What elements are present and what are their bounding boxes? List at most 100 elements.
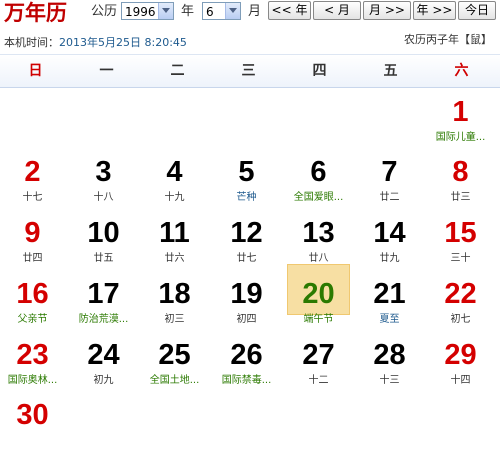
calendar-day[interactable]: 9 廿四 bbox=[0, 215, 68, 279]
next-month-button[interactable]: 月 >> bbox=[363, 1, 411, 20]
today-button[interactable]: 今日 bbox=[458, 1, 496, 20]
calendar-day[interactable]: 6 全国爱眼... bbox=[283, 154, 354, 218]
lunar-label: 十七 bbox=[22, 192, 43, 203]
day-number: 16 bbox=[16, 278, 49, 310]
lunar-label: 防治荒漠... bbox=[78, 314, 129, 325]
day-number: 14 bbox=[373, 217, 406, 249]
calendar-day-selected[interactable]: 20 端午节 bbox=[283, 264, 354, 340]
year-select-value: 1996 bbox=[125, 5, 156, 19]
calendar-day[interactable]: 14 廿九 bbox=[354, 215, 425, 279]
weekday-sat: 六 bbox=[454, 63, 469, 79]
weekday-mon: 一 bbox=[99, 63, 114, 79]
lunar-label: 父亲节 bbox=[17, 314, 48, 325]
calendar-day[interactable]: 12 廿七 bbox=[211, 215, 282, 279]
lunar-label: 十二 bbox=[308, 375, 329, 386]
day-number: 7 bbox=[381, 156, 398, 188]
calendar-day[interactable]: 23 国际奥林... bbox=[0, 337, 68, 401]
day-number: 24 bbox=[87, 339, 120, 371]
day-number: 17 bbox=[87, 278, 120, 310]
calendar-day[interactable]: 26 国际禁毒... bbox=[211, 337, 282, 401]
lunar-label: 全国土地... bbox=[149, 375, 200, 386]
calendar-day[interactable]: 25 全国土地... bbox=[139, 337, 210, 401]
next-year-button[interactable]: 年 >> bbox=[413, 1, 456, 20]
calendar-day[interactable]: 18 初三 bbox=[139, 276, 210, 340]
calendar-day[interactable]: 8 廿三 bbox=[425, 154, 496, 218]
year-select[interactable]: 1996 bbox=[121, 2, 174, 20]
lunar-label: 十三 bbox=[379, 375, 400, 386]
day-number: 22 bbox=[444, 278, 477, 310]
day-number: 11 bbox=[159, 217, 190, 249]
calendar-day[interactable]: 30 bbox=[0, 397, 68, 461]
day-number: 26 bbox=[230, 339, 263, 371]
month-select[interactable]: 6 bbox=[202, 2, 241, 20]
prev-year-button[interactable]: << 年 bbox=[268, 1, 311, 20]
local-time: 本机时间：2013年5月25日 8:20:45 bbox=[4, 36, 187, 50]
calendar-day[interactable]: 27 十二 bbox=[283, 337, 354, 401]
calendar-day[interactable]: 4 十九 bbox=[139, 154, 210, 218]
lunar-label: 国际禁毒... bbox=[221, 375, 272, 386]
weekday-sun: 日 bbox=[28, 63, 43, 79]
day-number: 13 bbox=[302, 217, 335, 249]
lunar-label: 廿五 bbox=[93, 253, 114, 264]
day-number: 5 bbox=[238, 156, 255, 188]
calendar-day[interactable]: 15 三十 bbox=[425, 215, 496, 279]
calendar-day[interactable]: 28 十三 bbox=[354, 337, 425, 401]
local-time-value: 2013年5月25日 8:20:45 bbox=[59, 36, 187, 49]
calendar-day[interactable]: 11 廿六 bbox=[139, 215, 210, 279]
calendar-day[interactable]: 17 防治荒漠... bbox=[68, 276, 139, 340]
weekday-fri: 五 bbox=[383, 63, 398, 79]
lunar-label: 廿二 bbox=[379, 192, 400, 203]
day-number: 9 bbox=[24, 217, 41, 249]
day-number: 8 bbox=[452, 156, 469, 188]
day-number: 18 bbox=[158, 278, 191, 310]
day-number: 23 bbox=[16, 339, 49, 371]
day-number: 21 bbox=[373, 278, 406, 310]
lunar-label: 初三 bbox=[164, 314, 185, 325]
chevron-down-icon[interactable] bbox=[158, 3, 173, 19]
calendar-day[interactable]: 16 父亲节 bbox=[0, 276, 68, 340]
day-number: 19 bbox=[230, 278, 263, 310]
calendar-day[interactable]: 3 十八 bbox=[68, 154, 139, 218]
lunar-label: 初七 bbox=[450, 314, 471, 325]
lunar-label: 十四 bbox=[450, 375, 471, 386]
weekday-tue: 二 bbox=[170, 63, 185, 79]
toolbar: 万年历 公历 1996 年 6 月 << 年 < 月 月 >> 年 >> 今日 bbox=[0, 0, 500, 26]
lunar-label: 廿三 bbox=[450, 192, 471, 203]
calendar-day[interactable]: 5 芒种 bbox=[211, 154, 282, 218]
calendar-day[interactable]: 7 廿二 bbox=[354, 154, 425, 218]
lunar-label: 十九 bbox=[164, 192, 185, 203]
calendar-day[interactable]: 19 初四 bbox=[211, 276, 282, 340]
prev-month-button[interactable]: < 月 bbox=[313, 1, 361, 20]
calendar-day[interactable]: 10 廿五 bbox=[68, 215, 139, 279]
year-label: 年 bbox=[181, 4, 195, 19]
day-number: 20 bbox=[302, 278, 335, 310]
lunar-label: 初九 bbox=[93, 375, 114, 386]
calendar-day[interactable]: 29 十四 bbox=[425, 337, 496, 401]
lunar-label: 夏至 bbox=[379, 314, 400, 325]
lunar-label: 国际儿童... bbox=[435, 132, 486, 143]
calendar-day[interactable]: 2 十七 bbox=[0, 154, 68, 218]
day-number: 29 bbox=[444, 339, 477, 371]
calendar-day[interactable]: 1 国际儿童... bbox=[425, 94, 496, 158]
lunar-label: 廿七 bbox=[236, 253, 257, 264]
calendar-day[interactable]: 24 初九 bbox=[68, 337, 139, 401]
weekday-wed: 三 bbox=[241, 63, 256, 79]
weekday-thu: 四 bbox=[312, 63, 327, 79]
lunar-label: 廿四 bbox=[22, 253, 43, 264]
day-number: 27 bbox=[302, 339, 335, 371]
day-number: 10 bbox=[87, 217, 120, 249]
app-logo: 万年历 bbox=[4, 0, 67, 25]
calendar-type-label: 公历 bbox=[91, 4, 118, 19]
calendar-day[interactable]: 22 初七 bbox=[425, 276, 496, 340]
lunar-label: 廿九 bbox=[379, 253, 400, 264]
lunar-label: 初四 bbox=[236, 314, 257, 325]
lunar-label: 十八 bbox=[93, 192, 114, 203]
chevron-down-icon[interactable] bbox=[225, 3, 240, 19]
day-number: 15 bbox=[444, 217, 477, 249]
lunar-label: 国际奥林... bbox=[7, 375, 58, 386]
day-number: 30 bbox=[16, 399, 49, 431]
day-number: 6 bbox=[310, 156, 327, 188]
lunar-label: 端午节 bbox=[303, 314, 334, 325]
day-number: 12 bbox=[230, 217, 263, 249]
calendar-day[interactable]: 21 夏至 bbox=[354, 276, 425, 340]
